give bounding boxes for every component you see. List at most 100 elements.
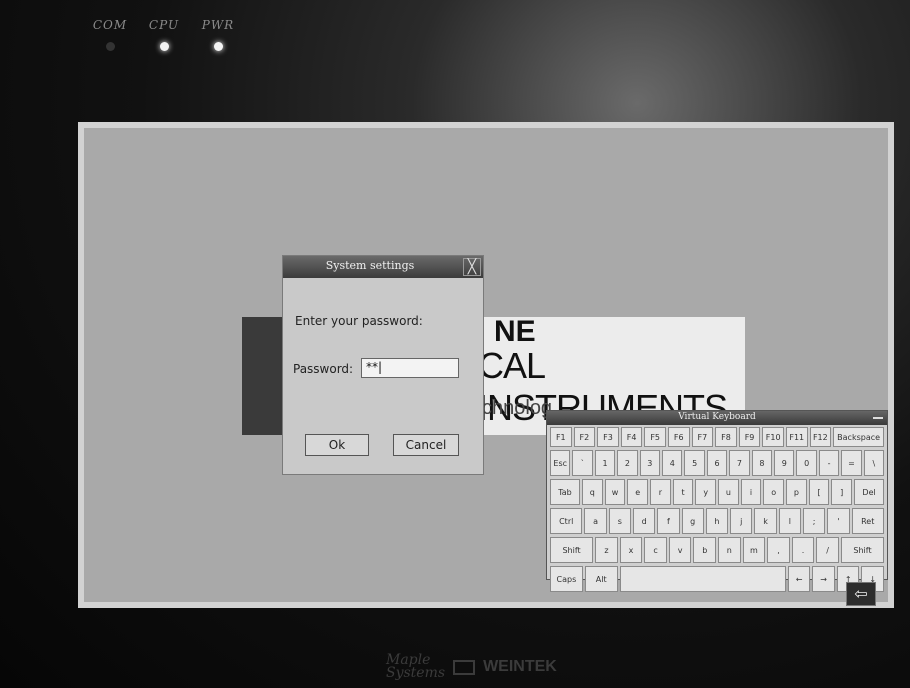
key[interactable]: \ (863, 450, 885, 476)
key[interactable]: m (742, 537, 766, 563)
password-input[interactable]: **| (361, 358, 459, 378)
key[interactable]: t (672, 479, 694, 505)
key[interactable]: F1 (550, 427, 572, 447)
key[interactable]: 0 (796, 450, 817, 476)
key[interactable]: F7 (691, 427, 714, 447)
key[interactable]: b (693, 537, 717, 563)
keyboard-row-function: F1 F2 F3 F4 F5 F6 F7 F8 F9 F10 F11 F12 Backspace (547, 425, 887, 448)
key[interactable]: Esc (550, 450, 571, 476)
key[interactable]: z (595, 537, 618, 563)
key[interactable]: Alt (584, 566, 618, 592)
key[interactable]: 2 (617, 450, 638, 476)
logo-line-3: chnolog (482, 397, 553, 419)
key[interactable]: u (718, 479, 739, 505)
led-cpu: CPU (146, 18, 182, 51)
key[interactable]: v (668, 537, 692, 563)
key[interactable]: a (584, 508, 607, 534)
status-leds: COM CPU PWR (92, 18, 236, 51)
led-cpu-indicator (159, 42, 169, 51)
key[interactable]: e (627, 479, 649, 505)
led-pwr: PWR (200, 18, 236, 51)
back-arrow-icon[interactable]: ⇦ (846, 582, 876, 606)
key[interactable]: ] (831, 479, 853, 505)
key[interactable]: Tab (550, 479, 580, 505)
key[interactable]: F2 (573, 427, 596, 447)
keyboard-row-home: Ctrl a s d f g h j k l; ' Ret (547, 506, 887, 535)
dialog-titlebar[interactable]: System settings ╳ (283, 256, 483, 278)
cancel-button[interactable]: Cancel (393, 434, 459, 456)
key[interactable]: y (695, 479, 717, 505)
key[interactable]: n (718, 537, 741, 563)
key[interactable]: Shift (550, 537, 594, 563)
key[interactable]: j (730, 508, 753, 534)
key[interactable]: d (632, 508, 656, 534)
key[interactable]: = (841, 450, 862, 476)
key[interactable]: F8 (715, 427, 737, 447)
key[interactable]: F9 (738, 427, 761, 447)
keyboard-title: Virtual Keyboard (678, 412, 756, 422)
key[interactable]: F12 (809, 427, 832, 447)
key[interactable]: , (767, 537, 790, 563)
key[interactable]: F10 (762, 427, 784, 447)
key-space[interactable] (619, 566, 786, 592)
key[interactable]: Ctrl (550, 508, 583, 534)
key[interactable]: ' (827, 508, 850, 534)
key[interactable]: 9 (774, 450, 795, 476)
key[interactable]: F4 (620, 427, 643, 447)
key[interactable]: c (644, 537, 667, 563)
key[interactable]: s (608, 508, 631, 534)
led-pwr-label: PWR (201, 18, 235, 32)
key[interactable]: 3 (639, 450, 661, 476)
key[interactable]: k (754, 508, 777, 534)
led-com: COM (92, 18, 128, 51)
key[interactable]: l (778, 508, 801, 534)
key[interactable]: x (619, 537, 643, 563)
key[interactable]: F6 (667, 427, 690, 447)
key[interactable]: / (816, 537, 839, 563)
key[interactable]: 7 (729, 450, 750, 476)
key[interactable]: - (818, 450, 840, 476)
key[interactable]: [ (808, 479, 830, 505)
key[interactable]: Backspace (833, 427, 885, 447)
key[interactable]: F11 (785, 427, 808, 447)
key[interactable]: Del (854, 479, 885, 505)
ok-button[interactable]: Ok (305, 434, 369, 456)
key[interactable]: 6 (706, 450, 728, 476)
system-settings-dialog: System settings ╳ Enter your password: P… (282, 255, 484, 475)
key[interactable]: Ret (851, 508, 884, 534)
keyboard-keys: F1 F2 F3 F4 F5 F6 F7 F8 F9 F10 F11 F12 Backspace Esc `… (547, 425, 887, 593)
close-icon[interactable]: ╳ (463, 258, 481, 276)
key[interactable]: g (681, 508, 704, 534)
key[interactable]: F3 (597, 427, 619, 447)
minimize-icon[interactable] (873, 413, 883, 419)
key[interactable]: f (657, 508, 680, 534)
keyboard-titlebar[interactable]: Virtual Keyboard (547, 411, 887, 425)
key[interactable]: Shift (840, 537, 885, 563)
led-com-indicator (105, 42, 115, 51)
key[interactable]: ← (787, 566, 811, 592)
keyboard-row-number: Esc ` 1 2 3 4 5 6 7 8 9 0- = \ (547, 448, 887, 477)
key[interactable]: i (740, 479, 762, 505)
key[interactable]: p (786, 479, 807, 505)
touch-screen: NE CAL INSTRUMENTS chnolog System settin… (78, 122, 894, 608)
key[interactable]: w (604, 479, 626, 505)
key[interactable]: Caps (550, 566, 583, 592)
dialog-title: System settings (325, 259, 415, 272)
password-label: Password: (293, 362, 354, 376)
key[interactable]: → (812, 566, 835, 592)
key[interactable]: 8 (751, 450, 773, 476)
key[interactable]: o (763, 479, 785, 505)
key[interactable]: 1 (594, 450, 616, 476)
key[interactable]: . (791, 537, 815, 563)
key[interactable]: 4 (662, 450, 683, 476)
maple-line-2: Systems (386, 665, 446, 681)
key[interactable]: F5 (644, 427, 666, 447)
key[interactable]: ; (802, 508, 826, 534)
password-prompt: Enter your password: (295, 314, 423, 328)
key[interactable]: q (582, 479, 603, 505)
maple-systems-logo: Maple Systems (386, 653, 446, 681)
key[interactable]: h (705, 508, 729, 534)
key[interactable]: r (650, 479, 671, 505)
key[interactable]: ` (572, 450, 593, 476)
key[interactable]: 5 (684, 450, 705, 476)
